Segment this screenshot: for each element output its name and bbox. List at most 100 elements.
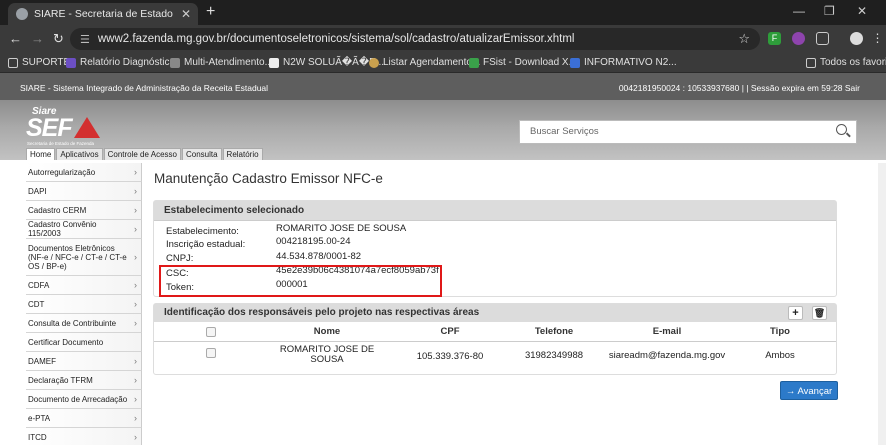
row-checkbox[interactable] bbox=[206, 348, 216, 358]
system-header: SIARE - Sistema Integrado de Administraç… bbox=[0, 73, 886, 100]
page-scrollbar[interactable] bbox=[878, 163, 886, 445]
col-tipo: Tipo bbox=[770, 326, 790, 337]
chevron-right-icon: › bbox=[134, 394, 137, 404]
bookmark-favicon-icon bbox=[369, 57, 379, 68]
menu-tabs: Home Aplicativos Controle de Acesso Cons… bbox=[26, 148, 264, 160]
chevron-right-icon: › bbox=[134, 205, 137, 215]
restore-icon[interactable]: ❐ bbox=[824, 4, 835, 18]
address-bar[interactable]: ☰ www2.fazenda.mg.gov.br/documentoseletr… bbox=[70, 28, 760, 50]
bookmark-n2w[interactable]: N2W SOLUÃ�Ã�E... bbox=[269, 57, 384, 68]
bookmark-agendamento[interactable]: Listar Agendamento... bbox=[369, 57, 480, 68]
sidebar-item-tfrm[interactable]: Declaração TFRM › bbox=[26, 371, 142, 390]
cell-tipo: Ambos bbox=[765, 350, 795, 361]
search-icon[interactable] bbox=[836, 124, 847, 135]
chevron-right-icon: › bbox=[134, 280, 137, 290]
field-label-inscricao: Inscrição estadual: bbox=[166, 239, 246, 250]
establishment-panel: Estabelecimento selecionado Estabelecime… bbox=[153, 200, 837, 297]
sidebar-item-itcd[interactable]: ITCD › bbox=[26, 428, 142, 445]
extensions-puzzle-icon[interactable] bbox=[816, 32, 829, 45]
sidebar-item-convenio[interactable]: Cadastro Convênio 115/2003 › bbox=[26, 220, 142, 239]
sidebar-item-epta[interactable]: e-PTA › bbox=[26, 409, 142, 428]
bookmark-multi[interactable]: Multi-Atendimento... bbox=[170, 57, 273, 68]
session-info: 0042181950024 : 10533937680 | | Sessão e… bbox=[618, 83, 860, 93]
select-all-checkbox[interactable] bbox=[206, 327, 216, 337]
cell-cpf: 105.339.376-80 bbox=[416, 351, 484, 362]
new-tab-icon[interactable]: + bbox=[206, 3, 215, 21]
bookmark-favicon-icon bbox=[469, 57, 479, 68]
sidebar-item-damef[interactable]: DAMEF › bbox=[26, 352, 142, 371]
search-input[interactable]: Buscar Serviços bbox=[519, 120, 857, 144]
profile-avatar-icon[interactable] bbox=[850, 32, 863, 45]
folder-icon bbox=[806, 57, 816, 68]
bookmark-favicon-icon bbox=[170, 57, 180, 68]
chevron-right-icon: › bbox=[134, 167, 137, 177]
bookmark-suporte[interactable]: SUPORTE bbox=[8, 57, 70, 68]
sidebar-item-certificar[interactable]: Certificar Documento bbox=[26, 333, 142, 352]
sidebar-item-cdfa[interactable]: CDFA › bbox=[26, 276, 142, 295]
bookmark-informativo[interactable]: INFORMATIVO N2... bbox=[570, 57, 677, 68]
field-label-cnpj: CNPJ: bbox=[166, 253, 194, 264]
bookmark-fsist[interactable]: FSist - Download X... bbox=[469, 57, 577, 68]
chevron-right-icon: › bbox=[134, 356, 137, 366]
folder-icon bbox=[8, 57, 18, 68]
table-header: Nome CPF Telefone E-mail Tipo bbox=[154, 322, 836, 342]
tab-controle-acesso[interactable]: Controle de Acesso bbox=[103, 148, 181, 160]
bookmark-favicon-icon bbox=[269, 57, 279, 68]
page-title: Manutenção Cadastro Emissor NFC-e bbox=[154, 171, 383, 186]
sidebar-item-cdt[interactable]: CDT › bbox=[26, 295, 142, 314]
chevron-right-icon: › bbox=[134, 224, 137, 234]
tab-consulta[interactable]: Consulta bbox=[181, 148, 222, 160]
bookmark-relatorio[interactable]: Relatório Diagnóstic... bbox=[66, 57, 178, 68]
sidebar-item-arrecadacao[interactable]: Documento de Arrecadação › bbox=[26, 390, 142, 409]
sidebar-item-documentos-eletronicos[interactable]: Documentos Eletrônicos (NF-e / NFC-e / C… bbox=[26, 239, 142, 276]
forward-icon[interactable]: → bbox=[31, 31, 44, 46]
cell-telefone: 31982349988 bbox=[524, 350, 584, 361]
field-value-cnpj: 44.534.878/0001-82 bbox=[276, 251, 362, 262]
chevron-right-icon: › bbox=[134, 299, 137, 309]
col-cpf: CPF bbox=[440, 326, 460, 337]
extension-f-icon[interactable]: F bbox=[768, 32, 781, 45]
browser-tabbar: SIARE - Secretaria de Estado d ✕ + — ❐ ✕ bbox=[0, 0, 886, 25]
advance-button[interactable]: → Avançar bbox=[780, 381, 838, 400]
close-tab-icon[interactable]: ✕ bbox=[181, 7, 191, 21]
cell-nome: ROMARITO JOSE DE SOUSA bbox=[279, 344, 375, 365]
bookmark-all[interactable]: Todos os favoritos bbox=[806, 57, 886, 68]
browser-tab[interactable]: SIARE - Secretaria de Estado d ✕ bbox=[8, 3, 198, 25]
add-responsible-button[interactable]: + bbox=[788, 306, 803, 320]
sef-logo: Siare SEF Secretaria de Estado de Fazend… bbox=[26, 106, 106, 148]
col-email: E-mail bbox=[652, 326, 682, 337]
bookmark-star-icon[interactable]: ☆ bbox=[738, 31, 750, 47]
back-icon[interactable]: ← bbox=[9, 31, 22, 46]
close-window-icon[interactable]: ✕ bbox=[857, 4, 867, 18]
tab-home[interactable]: Home bbox=[26, 148, 56, 160]
reload-icon[interactable]: ↻ bbox=[53, 31, 64, 47]
tab-aplicativos[interactable]: Aplicativos bbox=[56, 148, 103, 160]
bookmark-favicon-icon bbox=[570, 57, 580, 68]
tab-title: SIARE - Secretaria de Estado d bbox=[34, 8, 174, 20]
col-nome: Nome bbox=[313, 326, 341, 337]
sidebar-item-dapi[interactable]: DAPI › bbox=[26, 182, 142, 201]
delete-trash-icon[interactable]: 🗑 bbox=[812, 306, 827, 320]
minimize-icon[interactable]: — bbox=[793, 4, 805, 18]
field-value-estabelecimento: ROMARITO JOSE DE SOUSA bbox=[276, 223, 407, 234]
sidebar-item-autorregularizacao[interactable]: Autorregularização › bbox=[26, 163, 142, 182]
sidebar: Autorregularização › DAPI › Cadastro CERM ›… bbox=[26, 163, 142, 445]
sidebar-item-consulta-contribuinte[interactable]: Consulta de Contribuinte › bbox=[26, 314, 142, 333]
browser-toolbar: ← → ↻ ☰ www2.fazenda.mg.gov.br/documento… bbox=[0, 25, 886, 53]
browser-menu-icon[interactable]: ⋮ bbox=[871, 32, 884, 45]
chevron-right-icon: › bbox=[134, 186, 137, 196]
extension-circle-icon[interactable] bbox=[792, 32, 805, 45]
system-name: SIARE - Sistema Integrado de Administraç… bbox=[20, 83, 269, 93]
chevron-right-icon: › bbox=[134, 252, 137, 262]
cell-email: siareadm@fazenda.mg.gov bbox=[608, 350, 726, 361]
sidebar-item-cadastro-cerm[interactable]: Cadastro CERM › bbox=[26, 201, 142, 220]
tab-relatorio[interactable]: Relatório bbox=[222, 148, 263, 160]
site-info-icon[interactable]: ☰ bbox=[80, 33, 90, 46]
col-telefone: Telefone bbox=[534, 326, 574, 337]
logo-triangle-icon bbox=[74, 117, 100, 138]
chevron-right-icon: › bbox=[134, 413, 137, 423]
site-favicon-icon bbox=[16, 8, 28, 20]
chevron-right-icon: › bbox=[134, 318, 137, 328]
arrow-right-icon: → bbox=[785, 386, 798, 397]
chevron-right-icon: › bbox=[134, 375, 137, 385]
